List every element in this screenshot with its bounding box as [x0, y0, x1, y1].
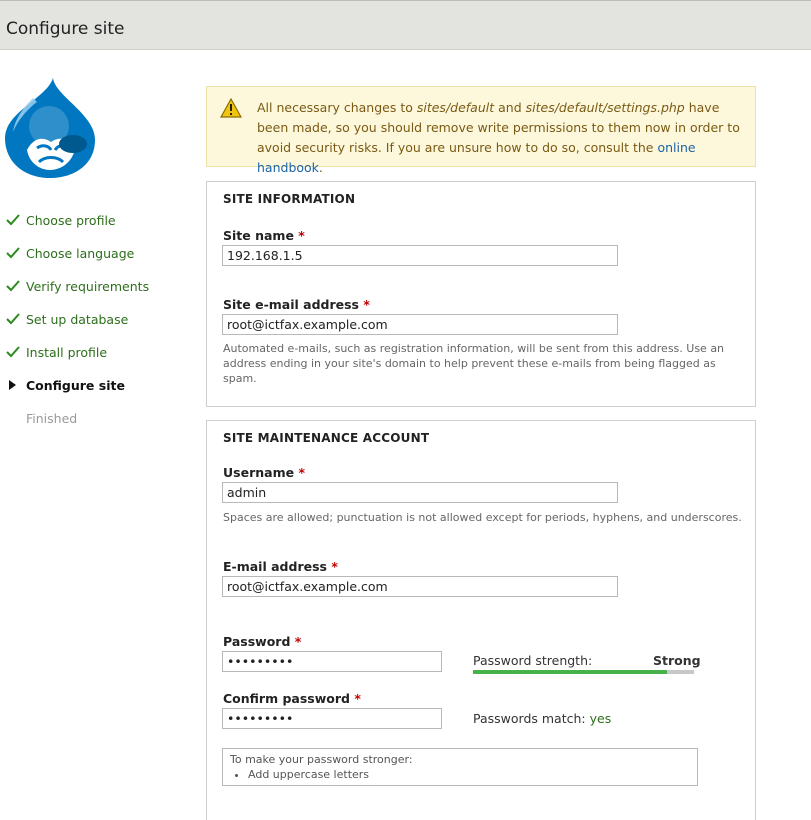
page-header: Configure site	[0, 0, 811, 50]
site-email-label-text: Site e-mail address	[223, 297, 359, 312]
confirm-password-label: Confirm password *	[223, 691, 361, 706]
step-verify-requirements: Verify requirements	[0, 276, 149, 309]
step-label: Choose profile	[26, 213, 116, 228]
username-description: Spaces are allowed; punctuation is not a…	[223, 511, 742, 524]
passwords-match-value: yes	[589, 711, 612, 726]
step-install-profile: Install profile	[0, 342, 149, 375]
site-email-input[interactable]	[222, 314, 618, 335]
password-label-text: Password	[223, 634, 291, 649]
step-label: Verify requirements	[26, 279, 150, 294]
step-configure-site: Configure site	[0, 375, 149, 408]
password-strength-fill	[473, 670, 668, 674]
site-name-label-text: Site name	[223, 228, 294, 243]
email-label: E-mail address *	[223, 559, 338, 574]
drupal-drop-icon	[5, 78, 95, 178]
step-finished: Finished	[0, 408, 149, 441]
confirm-password-label-text: Confirm password	[223, 691, 350, 706]
email-label-text: E-mail address	[223, 559, 327, 574]
checkmark-icon	[6, 280, 20, 292]
warning-message: All necessary changes to sites/default a…	[206, 86, 756, 175]
step-set-up-database: Set up database	[0, 309, 149, 342]
warning-path-default: sites/default	[416, 100, 495, 115]
install-steps: Choose profile Choose language Verify re…	[0, 210, 149, 441]
username-label: Username *	[223, 465, 305, 480]
checkmark-icon	[6, 346, 20, 358]
required-marker: *	[298, 465, 305, 480]
account-legend: SITE MAINTENANCE ACCOUNT	[223, 431, 430, 445]
password-tips-list: Add uppercase letters	[230, 767, 690, 782]
checkmark-icon	[6, 247, 20, 259]
drupal-logo	[3, 76, 97, 180]
warning-text: .	[318, 160, 323, 175]
site-information-fieldset: SITE INFORMATION Site name * Site e-mail…	[206, 181, 756, 407]
checkmark-icon	[6, 313, 20, 325]
step-label: Configure site	[26, 378, 125, 393]
site-name-label: Site name *	[223, 228, 305, 243]
step-choose-profile: Choose profile	[0, 210, 149, 243]
email-input[interactable]	[222, 576, 618, 597]
password-tips-title: To make your password stronger:	[230, 753, 413, 766]
password-strength-bar	[473, 670, 694, 674]
password-tip-item: Add uppercase letters	[248, 767, 690, 782]
page-title: Configure site	[6, 19, 125, 39]
checkmark-icon	[6, 214, 20, 226]
warning-path-settings: sites/default/settings.php	[525, 100, 685, 115]
step-label: Set up database	[26, 312, 129, 327]
password-strength-value: Strong	[653, 653, 701, 668]
required-marker: *	[363, 297, 370, 312]
step-label: Install profile	[26, 345, 108, 360]
required-marker: *	[294, 634, 302, 649]
triangle-right-icon	[9, 380, 16, 390]
step-choose-language: Choose language	[0, 243, 149, 276]
site-name-input[interactable]	[222, 245, 618, 266]
username-label-text: Username	[223, 465, 295, 480]
site-maintenance-account-fieldset: SITE MAINTENANCE ACCOUNT Username * Spac…	[206, 420, 756, 820]
step-label: Choose language	[26, 246, 135, 261]
password-label: Password *	[223, 634, 301, 649]
warning-triangle-icon	[220, 98, 242, 118]
passwords-match-label: Passwords match:	[473, 711, 586, 726]
username-input[interactable]	[222, 482, 618, 503]
password-input[interactable]	[222, 651, 442, 672]
step-label: Finished	[26, 411, 78, 426]
password-tips: To make your password stronger: Add uppe…	[222, 748, 698, 786]
warning-text: and	[494, 100, 526, 115]
site-information-legend: SITE INFORMATION	[223, 192, 356, 206]
site-email-label: Site e-mail address *	[223, 297, 370, 312]
passwords-match: Passwords match: yes	[473, 711, 611, 726]
warning-text: All necessary changes to	[257, 100, 417, 115]
confirm-password-input[interactable]	[222, 708, 442, 729]
password-strength-label: Password strength:	[473, 653, 593, 668]
required-marker: *	[354, 691, 361, 706]
required-marker: *	[298, 228, 305, 243]
site-email-description: Automated e-mails, such as registration …	[223, 342, 725, 385]
required-marker: *	[331, 559, 338, 574]
